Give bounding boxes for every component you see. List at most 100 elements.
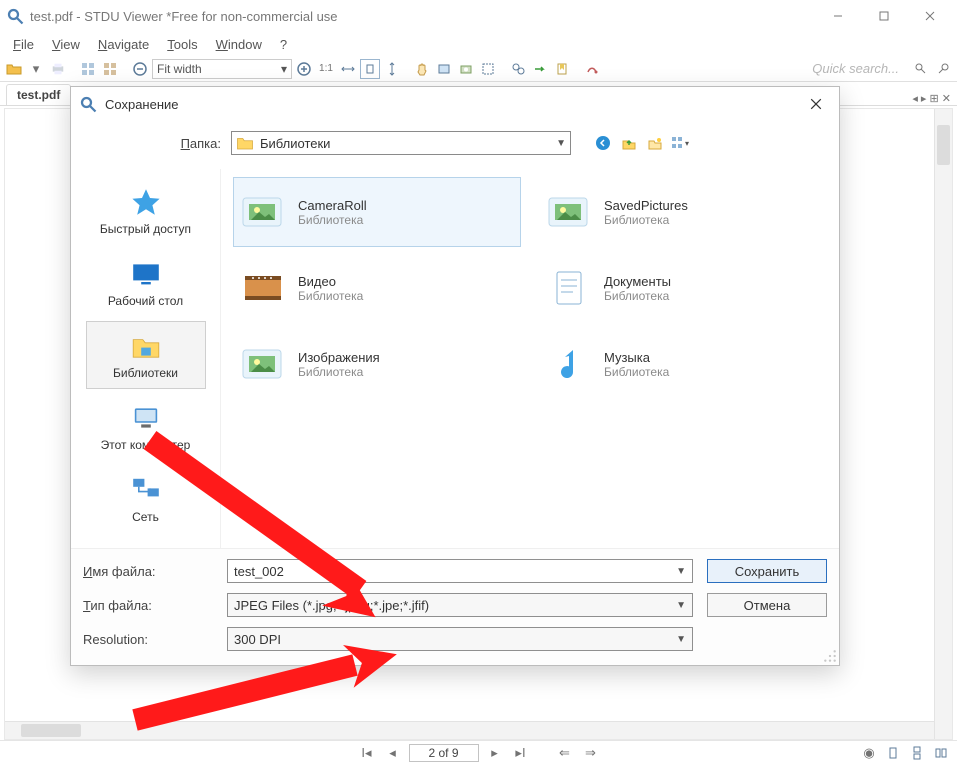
- print-icon[interactable]: [48, 59, 68, 79]
- network-icon: [128, 474, 164, 506]
- continuous-icon[interactable]: [907, 743, 927, 763]
- find-next-icon[interactable]: [530, 59, 550, 79]
- menu-navigate[interactable]: Navigate: [89, 35, 158, 54]
- cancel-button[interactable]: Отмена: [707, 593, 827, 617]
- hand-icon[interactable]: [412, 59, 432, 79]
- tab-nav-controls[interactable]: ◂ ▸ ⊞ ✕: [912, 92, 951, 105]
- library-item-music[interactable]: МузыкаБиблиотека: [539, 329, 827, 399]
- lookin-combobox[interactable]: Библиотеки ▼: [231, 131, 571, 155]
- lookin-value: Библиотеки: [260, 136, 330, 151]
- menu-help[interactable]: ?: [271, 35, 296, 54]
- place-libraries[interactable]: Библиотеки: [86, 321, 206, 389]
- library-item-savedpictures[interactable]: SavedPicturesБиблиотека: [539, 177, 827, 247]
- first-page-icon[interactable]: I◂: [357, 743, 377, 763]
- window-titlebar: test.pdf - STDU Viewer *Free for non-com…: [0, 0, 957, 32]
- filetype-label: Тип файла:: [83, 598, 213, 613]
- new-folder-icon[interactable]: [645, 133, 665, 153]
- save-button[interactable]: Сохранить: [707, 559, 827, 583]
- nav-back-icon[interactable]: [593, 133, 613, 153]
- find-icon[interactable]: [508, 59, 528, 79]
- item-name: Изображения: [298, 350, 380, 365]
- nav-back-icon[interactable]: ⇐: [555, 743, 575, 763]
- pictures-library-icon: [239, 342, 287, 386]
- single-page-icon[interactable]: [883, 743, 903, 763]
- select-text-icon[interactable]: [434, 59, 454, 79]
- menu-window[interactable]: Window: [207, 35, 271, 54]
- facing-icon[interactable]: [931, 743, 951, 763]
- item-name: CameraRoll: [298, 198, 367, 213]
- page-number-input[interactable]: 2 of 9: [409, 744, 479, 762]
- menubar: File View Navigate Tools Window ?: [0, 32, 957, 56]
- search-next-icon[interactable]: [933, 59, 953, 79]
- search-prev-icon[interactable]: [911, 59, 931, 79]
- dialog-middle: Быстрый доступ Рабочий стол Библиотеки Э…: [71, 169, 839, 548]
- resolution-combobox[interactable]: 300 DPI▼: [227, 627, 693, 651]
- snapshot-icon[interactable]: [456, 59, 476, 79]
- view-menu-icon[interactable]: ▾: [671, 133, 691, 153]
- settings-icon[interactable]: [582, 59, 602, 79]
- open-icon[interactable]: [4, 59, 24, 79]
- up-folder-icon[interactable]: [619, 133, 639, 153]
- filename-label: Имя файла:: [83, 564, 213, 579]
- zoom-combobox[interactable]: Fit width▾: [152, 59, 292, 79]
- document-tab[interactable]: test.pdf: [6, 84, 71, 105]
- library-item-video[interactable]: ВидеоБиблиотека: [233, 253, 521, 323]
- thumbs-icon[interactable]: [78, 59, 98, 79]
- menu-file[interactable]: File: [4, 35, 43, 54]
- libraries-icon: [128, 330, 164, 362]
- library-item-cameraroll[interactable]: CameraRollБиблиотека: [233, 177, 521, 247]
- star-icon: [128, 186, 164, 218]
- folder-icon: [236, 134, 254, 152]
- place-label: Рабочий стол: [108, 294, 183, 308]
- item-subtitle: Библиотека: [604, 289, 671, 303]
- folder-toolbar: ▾: [593, 133, 691, 153]
- dialog-icon: [79, 95, 97, 113]
- video-library-icon: [239, 266, 287, 310]
- minimize-button[interactable]: [815, 1, 861, 31]
- brightness-icon[interactable]: ◉: [859, 743, 879, 763]
- menu-view[interactable]: View: [43, 35, 89, 54]
- quick-search-input[interactable]: Quick search...: [812, 61, 909, 76]
- dialog-close-button[interactable]: [801, 92, 831, 116]
- library-item-documents[interactable]: ДокументыБиблиотека: [539, 253, 827, 323]
- filename-input[interactable]: test_002▼: [227, 559, 693, 583]
- next-page-icon[interactable]: ▸: [485, 743, 505, 763]
- select-region-icon[interactable]: [478, 59, 498, 79]
- place-this-pc[interactable]: Этот компьютер: [86, 393, 206, 461]
- lookin-label: Папка:: [71, 136, 221, 151]
- actual-size-icon[interactable]: 1:1: [316, 59, 336, 79]
- item-subtitle: Библиотека: [298, 365, 380, 379]
- place-label: Быстрый доступ: [100, 222, 191, 236]
- thumbs2-icon[interactable]: [100, 59, 120, 79]
- app-icon: [6, 7, 24, 25]
- chevron-down-icon: ▼: [676, 600, 686, 611]
- svg-text:▾: ▾: [685, 139, 689, 148]
- filetype-combobox[interactable]: JPEG Files (*.jpg;*.jpeg;*.jpe;*.jfif)▼: [227, 593, 693, 617]
- bookmark-icon[interactable]: [552, 59, 572, 79]
- library-item-images[interactable]: ИзображенияБиблиотека: [233, 329, 521, 399]
- horizontal-scrollbar[interactable]: [5, 721, 934, 739]
- place-network[interactable]: Сеть: [86, 465, 206, 533]
- file-list[interactable]: CameraRollБиблиотека SavedPicturesБиблио…: [221, 169, 839, 548]
- chevron-down-icon[interactable]: ▾: [26, 59, 46, 79]
- fit-width-icon[interactable]: [338, 59, 358, 79]
- prev-page-icon[interactable]: ◂: [383, 743, 403, 763]
- zoom-in-icon[interactable]: [294, 59, 314, 79]
- maximize-button[interactable]: [861, 1, 907, 31]
- last-page-icon[interactable]: ▸I: [511, 743, 531, 763]
- chevron-down-icon: ▼: [556, 138, 566, 149]
- item-name: SavedPictures: [604, 198, 688, 213]
- vertical-scrollbar[interactable]: [934, 109, 952, 739]
- nav-fwd-icon[interactable]: ⇒: [581, 743, 601, 763]
- size-grip-icon[interactable]: [823, 649, 837, 663]
- place-desktop[interactable]: Рабочий стол: [86, 249, 206, 317]
- close-button[interactable]: [907, 1, 953, 31]
- item-subtitle: Библиотека: [298, 213, 367, 227]
- menu-tools[interactable]: Tools: [158, 35, 206, 54]
- fit-height-icon[interactable]: [382, 59, 402, 79]
- place-quick-access[interactable]: Быстрый доступ: [86, 177, 206, 245]
- computer-icon: [128, 402, 164, 434]
- lookin-row: Папка: Библиотеки ▼ ▾: [71, 125, 839, 161]
- fit-page-icon[interactable]: [360, 59, 380, 79]
- zoom-out-icon[interactable]: [130, 59, 150, 79]
